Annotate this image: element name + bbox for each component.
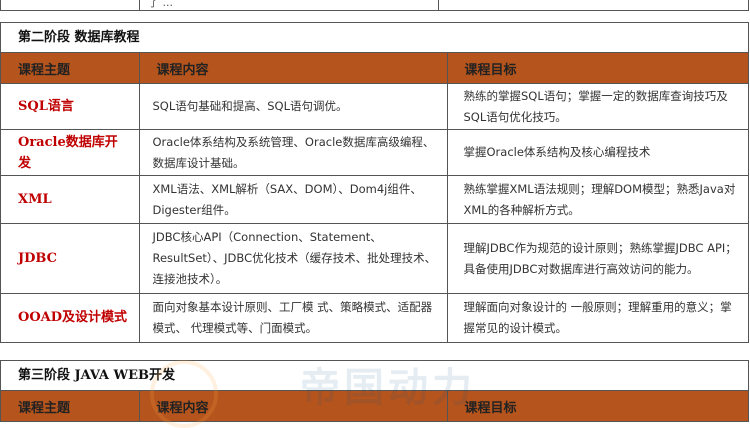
- course-goal: 熟练掌握XML语法规则；理解DOM模型；熟悉Java对XML的各种解析方式。: [446, 175, 748, 224]
- stage2-course-table: 课程主题 课程内容 课程目标 SQL语言 SQL语句基础和提高、SQL语句调优。…: [1, 53, 748, 342]
- header-goal: 课程目标: [446, 53, 748, 84]
- table-row: OOAD及设计模式 面向对象基本设计原则、工厂模 式、策略模式、适配器模式、 代…: [1, 293, 748, 342]
- course-topic: XML: [1, 175, 140, 224]
- course-content: XML语法、XML解析（SAX、DOM）、Dom4j组件、Digester组件。: [138, 175, 448, 224]
- table-header-row: 课程主题 课程内容 课程目标: [1, 391, 748, 422]
- stage2-section: 第二阶段 数据库教程 课程主题 课程内容 课程目标 SQL语言 SQL语句基础和…: [0, 22, 749, 343]
- table-row: JDBC JDBC核心API（Connection、Statement、Resu…: [1, 223, 748, 294]
- column-divider: [139, 0, 140, 10]
- table-header-row: 课程主题 课程内容 课程目标: [1, 53, 748, 84]
- course-content: 面向对象基本设计原则、工厂模 式、策略模式、适配器模式、 代理模式等、门面模式。: [138, 293, 448, 342]
- course-topic: SQL语言: [1, 83, 140, 130]
- header-topic: 课程主题: [1, 53, 140, 84]
- course-goal: 理解面向对象设计的 一般原则；理解重用的意义；掌握常见的设计模式。: [446, 293, 748, 342]
- course-topic: JDBC: [1, 223, 140, 294]
- table-row: SQL语言 SQL语句基础和提高、SQL语句调优。 熟练的掌握SQL语句；掌握一…: [1, 83, 748, 130]
- table-row: XML XML语法、XML解析（SAX、DOM）、Dom4j组件、Digeste…: [1, 175, 748, 224]
- stage3-title: 第三阶段 JAVA WEB开发: [1, 361, 748, 391]
- course-goal: 理解JDBC作为规范的设计原则；熟练掌握JDBC API；具备使用JDBC对数据…: [446, 223, 748, 294]
- stage3-course-table: 课程主题 课程内容 课程目标: [1, 391, 748, 422]
- course-content: JDBC核心API（Connection、Statement、ResultSet…: [138, 223, 448, 294]
- header-goal: 课程目标: [446, 391, 748, 422]
- header-topic: 课程主题: [1, 391, 140, 422]
- header-content: 课程内容: [138, 53, 448, 84]
- course-content: SQL语句基础和提高、SQL语句调优。: [138, 83, 448, 130]
- course-topic: OOAD及设计模式: [1, 293, 140, 342]
- course-topic: Oracle数据库开发: [1, 129, 140, 176]
- column-divider: [438, 0, 439, 10]
- course-content: Oracle体系结构及系统管理、Oracle数据库高级编程、数据库设计基础。: [138, 129, 448, 176]
- stage3-section: 第三阶段 JAVA WEB开发 课程主题 课程内容 课程目标: [0, 360, 749, 422]
- stage2-title: 第二阶段 数据库教程: [1, 23, 748, 53]
- course-goal: 掌握Oracle体系结构及核心编程技术: [446, 129, 748, 176]
- course-goal: 熟练的掌握SQL语句；掌握一定的数据库查询技巧及SQL语句优化技巧。: [446, 83, 748, 130]
- table-row: Oracle数据库开发 Oracle体系结构及系统管理、Oracle数据库高级编…: [1, 129, 748, 176]
- previous-table-bottom: 了 ...: [0, 0, 749, 11]
- header-content: 课程内容: [138, 391, 448, 422]
- previous-row-fragment: 了 ...: [148, 0, 173, 9]
